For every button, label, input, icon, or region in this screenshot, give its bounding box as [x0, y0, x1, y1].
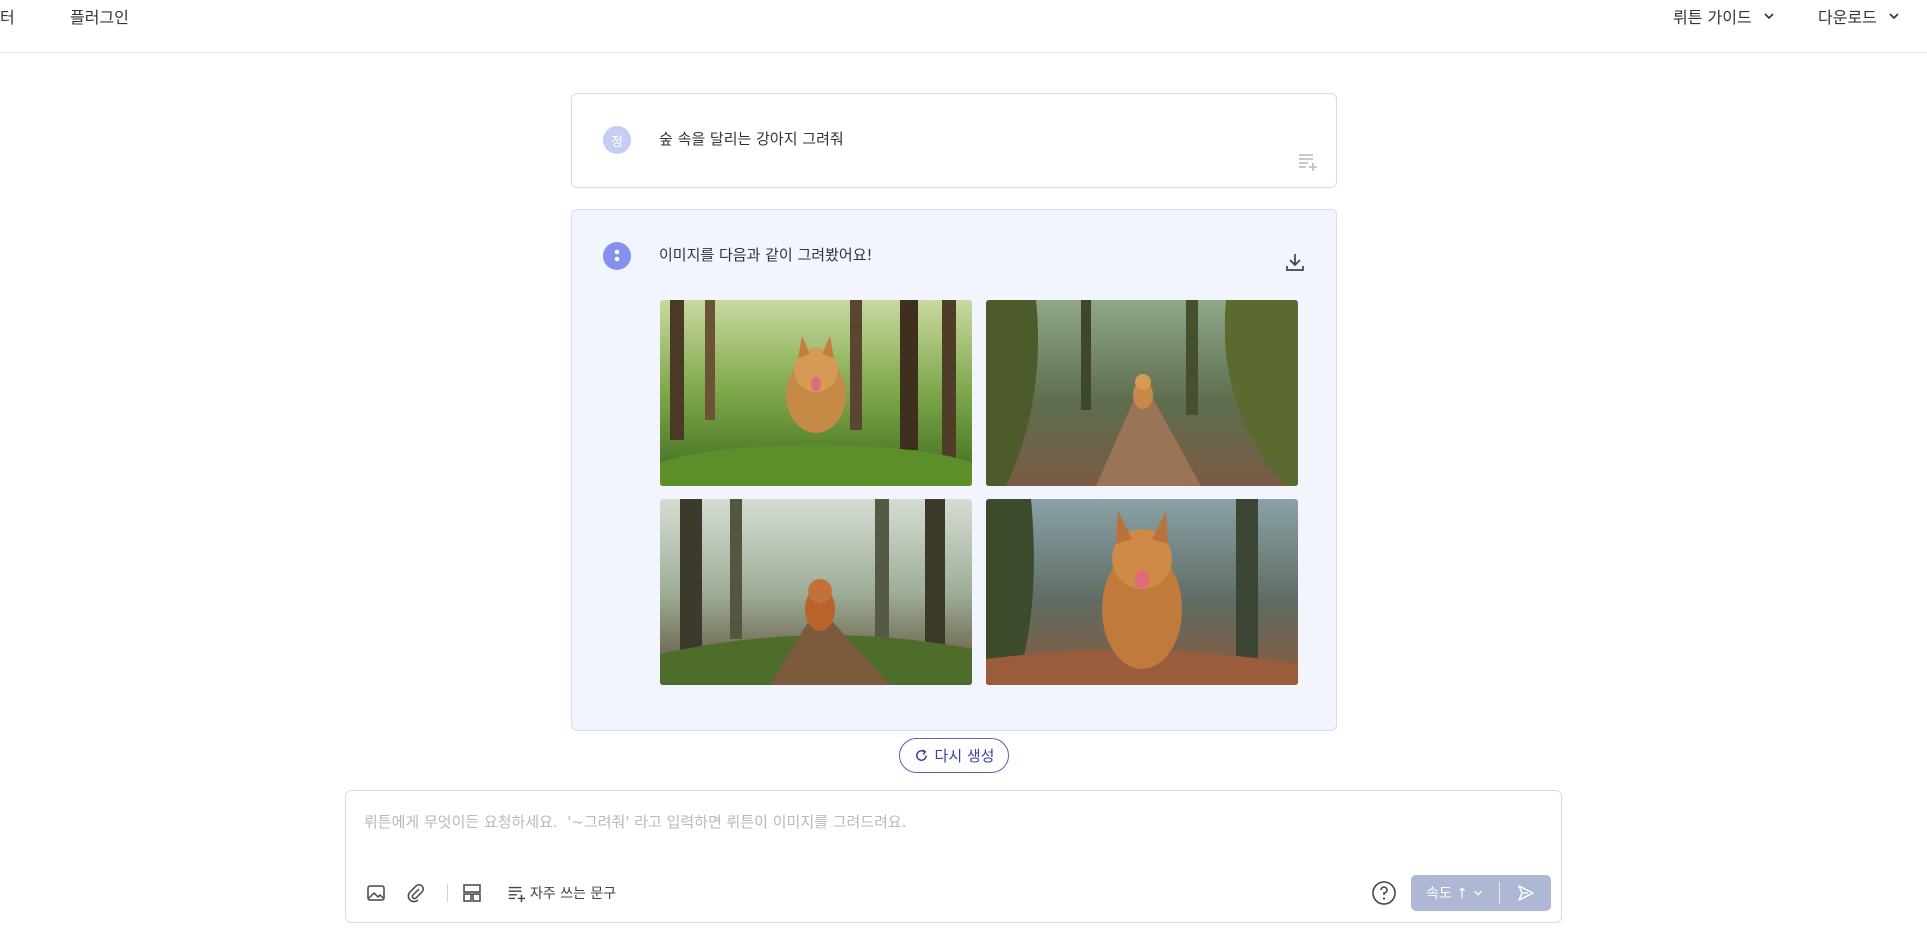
attach-file-button[interactable] [404, 881, 428, 905]
user-avatar: 정 [603, 126, 631, 154]
send-icon [1517, 885, 1534, 901]
generated-image-3[interactable] [660, 499, 972, 685]
user-message-text: 숲 속을 달리는 강아지 그려줘 [659, 130, 844, 148]
frequent-phrases-label: 자주 쓰는 문구 [530, 886, 617, 902]
speed-dropdown[interactable]: 속도 ↑ [1411, 875, 1499, 911]
nav-item-label: 플러그인 [70, 8, 129, 27]
nav-item-label: 터 [0, 8, 15, 27]
speed-label: 속도 ↑ [1426, 886, 1468, 902]
nav-item-partial[interactable]: 터 [0, 4, 15, 28]
regenerate-button[interactable]: 다시 생성 [899, 738, 1009, 773]
paperclip-icon [407, 884, 424, 903]
template-icon [463, 884, 481, 902]
send-button[interactable] [1500, 875, 1551, 911]
assistant-message-card: 이미지를 다음과 같이 그려봤어요! [571, 209, 1337, 731]
chevron-down-icon [1889, 13, 1899, 20]
send-controls: 속도 ↑ [1411, 875, 1551, 911]
help-icon[interactable] [1371, 880, 1397, 906]
generated-image-2[interactable] [986, 300, 1298, 486]
image-icon [367, 885, 385, 901]
phrases-list-icon [508, 886, 526, 903]
image-upload-button[interactable] [364, 881, 388, 905]
assistant-avatar-icon [603, 242, 631, 270]
nav-item-label: 다운로드 [1818, 8, 1877, 27]
prompt-composer: 자주 쓰는 문구 속도 ↑ [345, 790, 1562, 923]
generated-image-4[interactable] [986, 499, 1298, 685]
nav-item-plugins[interactable]: 플러그인 [70, 4, 129, 28]
toolbar-divider [447, 884, 448, 902]
frequent-phrases-button[interactable]: 자주 쓰는 문구 [506, 881, 616, 905]
generated-image-1[interactable] [660, 300, 972, 486]
refresh-icon [915, 749, 927, 761]
template-button[interactable] [460, 881, 484, 905]
nav-item-guide[interactable]: 뤼튼 가이드 [1673, 4, 1776, 28]
chevron-down-icon [1764, 13, 1774, 20]
regenerate-label: 다시 생성 [934, 747, 995, 765]
assistant-message-text: 이미지를 다음과 같이 그려봤어요! [659, 246, 873, 264]
nav-item-label: 뤼튼 가이드 [1673, 8, 1752, 27]
add-to-phrases-icon[interactable] [1296, 150, 1318, 172]
chevron-down-icon [1474, 890, 1482, 896]
top-navigation-bar: 터 플러그인 뤼튼 가이드 다운로드 [0, 0, 1927, 53]
nav-item-download[interactable]: 다운로드 [1818, 4, 1901, 28]
download-icon[interactable] [1284, 251, 1306, 273]
user-message-card: 정 숲 속을 달리는 강아지 그려줘 [571, 93, 1337, 188]
prompt-input[interactable] [364, 811, 1534, 851]
